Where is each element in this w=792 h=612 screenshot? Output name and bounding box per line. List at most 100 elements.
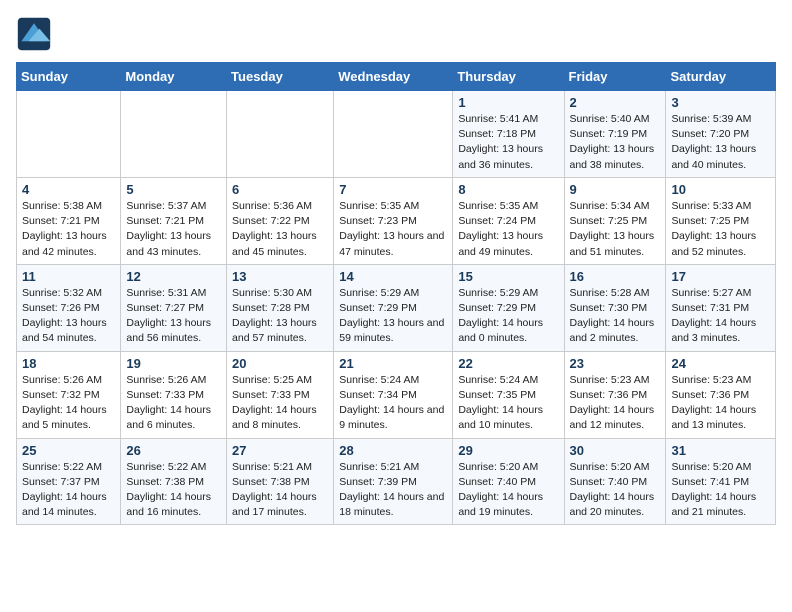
day-number: 4 — [22, 182, 115, 197]
week-row-1: 1 Sunrise: 5:41 AMSunset: 7:18 PMDaylight… — [17, 91, 776, 178]
day-info: Sunrise: 5:30 AMSunset: 7:28 PMDaylight:… — [232, 286, 328, 347]
calendar-cell: 11 Sunrise: 5:32 AMSunset: 7:26 PMDayligh… — [17, 264, 121, 351]
day-info: Sunrise: 5:29 AMSunset: 7:29 PMDaylight:… — [458, 286, 558, 347]
day-number: 16 — [570, 269, 661, 284]
calendar-cell: 14 Sunrise: 5:29 AMSunset: 7:29 PMDayligh… — [334, 264, 453, 351]
calendar-cell: 20 Sunrise: 5:25 AMSunset: 7:33 PMDayligh… — [227, 351, 334, 438]
day-header-saturday: Saturday — [666, 63, 776, 91]
day-info: Sunrise: 5:39 AMSunset: 7:20 PMDaylight:… — [671, 112, 770, 173]
day-info: Sunrise: 5:36 AMSunset: 7:22 PMDaylight:… — [232, 199, 328, 260]
day-header-monday: Monday — [121, 63, 227, 91]
calendar-cell: 24Sunrise: 5:23 AMSunset: 7:36 PMDayligh… — [666, 351, 776, 438]
calendar-cell: 4 Sunrise: 5:38 AMSunset: 7:21 PMDaylight… — [17, 177, 121, 264]
calendar-cell: 28 Sunrise: 5:21 AMSunset: 7:39 PMDayligh… — [334, 438, 453, 525]
day-info: Sunrise: 5:31 AMSunset: 7:27 PMDaylight:… — [126, 286, 221, 347]
day-info: Sunrise: 5:29 AMSunset: 7:29 PMDaylight:… — [339, 286, 447, 347]
day-header-sunday: Sunday — [17, 63, 121, 91]
day-number: 17 — [671, 269, 770, 284]
calendar-cell: 1 Sunrise: 5:41 AMSunset: 7:18 PMDaylight… — [453, 91, 564, 178]
calendar-cell: 6Sunrise: 5:36 AMSunset: 7:22 PMDaylight… — [227, 177, 334, 264]
day-info: Sunrise: 5:41 AMSunset: 7:18 PMDaylight:… — [458, 112, 558, 173]
day-info: Sunrise: 5:32 AMSunset: 7:26 PMDaylight:… — [22, 286, 115, 347]
day-info: Sunrise: 5:27 AMSunset: 7:31 PMDaylight:… — [671, 286, 770, 347]
day-number: 15 — [458, 269, 558, 284]
calendar-cell: 29 Sunrise: 5:20 AMSunset: 7:40 PMDayligh… — [453, 438, 564, 525]
day-number: 3 — [671, 95, 770, 110]
calendar-cell: 31Sunrise: 5:20 AMSunset: 7:41 PMDayligh… — [666, 438, 776, 525]
day-info: Sunrise: 5:24 AMSunset: 7:35 PMDaylight:… — [458, 373, 558, 434]
day-info: Sunrise: 5:20 AMSunset: 7:40 PMDaylight:… — [458, 460, 558, 521]
calendar-cell: 12 Sunrise: 5:31 AMSunset: 7:27 PMDayligh… — [121, 264, 227, 351]
day-number: 2 — [570, 95, 661, 110]
calendar-cell: 17 Sunrise: 5:27 AMSunset: 7:31 PMDayligh… — [666, 264, 776, 351]
calendar-cell: 13Sunrise: 5:30 AMSunset: 7:28 PMDayligh… — [227, 264, 334, 351]
calendar-cell: 23 Sunrise: 5:23 AMSunset: 7:36 PMDayligh… — [564, 351, 666, 438]
day-info: Sunrise: 5:38 AMSunset: 7:21 PMDaylight:… — [22, 199, 115, 260]
logo-icon — [16, 16, 52, 52]
day-info: Sunrise: 5:35 AMSunset: 7:23 PMDaylight:… — [339, 199, 447, 260]
calendar-cell: 27Sunrise: 5:21 AMSunset: 7:38 PMDayligh… — [227, 438, 334, 525]
day-info: Sunrise: 5:21 AMSunset: 7:38 PMDaylight:… — [232, 460, 328, 521]
day-number: 18 — [22, 356, 115, 371]
week-row-5: 25Sunrise: 5:22 AMSunset: 7:37 PMDayligh… — [17, 438, 776, 525]
calendar-cell — [227, 91, 334, 178]
day-number: 30 — [570, 443, 661, 458]
day-header-wednesday: Wednesday — [334, 63, 453, 91]
day-info: Sunrise: 5:26 AMSunset: 7:33 PMDaylight:… — [126, 373, 221, 434]
calendar-cell: 2 Sunrise: 5:40 AMSunset: 7:19 PMDaylight… — [564, 91, 666, 178]
day-number: 22 — [458, 356, 558, 371]
day-info: Sunrise: 5:40 AMSunset: 7:19 PMDaylight:… — [570, 112, 661, 173]
day-info: Sunrise: 5:37 AMSunset: 7:21 PMDaylight:… — [126, 199, 221, 260]
calendar-cell: 10 Sunrise: 5:33 AMSunset: 7:25 PMDayligh… — [666, 177, 776, 264]
calendar-cell: 25Sunrise: 5:22 AMSunset: 7:37 PMDayligh… — [17, 438, 121, 525]
day-number: 10 — [671, 182, 770, 197]
day-number: 14 — [339, 269, 447, 284]
logo — [16, 16, 56, 52]
day-number: 7 — [339, 182, 447, 197]
calendar-cell: 5 Sunrise: 5:37 AMSunset: 7:21 PMDaylight… — [121, 177, 227, 264]
day-info: Sunrise: 5:22 AMSunset: 7:37 PMDaylight:… — [22, 460, 115, 521]
calendar-cell: 26Sunrise: 5:22 AMSunset: 7:38 PMDayligh… — [121, 438, 227, 525]
calendar-cell: 16 Sunrise: 5:28 AMSunset: 7:30 PMDayligh… — [564, 264, 666, 351]
day-info: Sunrise: 5:33 AMSunset: 7:25 PMDaylight:… — [671, 199, 770, 260]
day-number: 9 — [570, 182, 661, 197]
calendar-cell: 7 Sunrise: 5:35 AMSunset: 7:23 PMDaylight… — [334, 177, 453, 264]
calendar-cell: 8 Sunrise: 5:35 AMSunset: 7:24 PMDaylight… — [453, 177, 564, 264]
calendar-cell: 3 Sunrise: 5:39 AMSunset: 7:20 PMDaylight… — [666, 91, 776, 178]
day-number: 31 — [671, 443, 770, 458]
calendar-cell: 9Sunrise: 5:34 AMSunset: 7:25 PMDaylight… — [564, 177, 666, 264]
day-info: Sunrise: 5:28 AMSunset: 7:30 PMDaylight:… — [570, 286, 661, 347]
day-info: Sunrise: 5:26 AMSunset: 7:32 PMDaylight:… — [22, 373, 115, 434]
page-header — [16, 16, 776, 52]
day-info: Sunrise: 5:23 AMSunset: 7:36 PMDaylight:… — [570, 373, 661, 434]
day-number: 1 — [458, 95, 558, 110]
day-number: 8 — [458, 182, 558, 197]
week-row-2: 4 Sunrise: 5:38 AMSunset: 7:21 PMDaylight… — [17, 177, 776, 264]
day-header-friday: Friday — [564, 63, 666, 91]
day-info: Sunrise: 5:35 AMSunset: 7:24 PMDaylight:… — [458, 199, 558, 260]
day-info: Sunrise: 5:25 AMSunset: 7:33 PMDaylight:… — [232, 373, 328, 434]
day-number: 12 — [126, 269, 221, 284]
calendar-table: SundayMondayTuesdayWednesdayThursdayFrid… — [16, 62, 776, 525]
week-row-3: 11 Sunrise: 5:32 AMSunset: 7:26 PMDayligh… — [17, 264, 776, 351]
day-number: 29 — [458, 443, 558, 458]
day-info: Sunrise: 5:24 AMSunset: 7:34 PMDaylight:… — [339, 373, 447, 434]
calendar-cell — [17, 91, 121, 178]
day-info: Sunrise: 5:20 AMSunset: 7:40 PMDaylight:… — [570, 460, 661, 521]
day-number: 11 — [22, 269, 115, 284]
day-info: Sunrise: 5:23 AMSunset: 7:36 PMDaylight:… — [671, 373, 770, 434]
day-info: Sunrise: 5:21 AMSunset: 7:39 PMDaylight:… — [339, 460, 447, 521]
day-number: 5 — [126, 182, 221, 197]
day-header-thursday: Thursday — [453, 63, 564, 91]
calendar-cell: 22 Sunrise: 5:24 AMSunset: 7:35 PMDayligh… — [453, 351, 564, 438]
calendar-cell: 21 Sunrise: 5:24 AMSunset: 7:34 PMDayligh… — [334, 351, 453, 438]
day-number: 28 — [339, 443, 447, 458]
calendar-cell: 30 Sunrise: 5:20 AMSunset: 7:40 PMDayligh… — [564, 438, 666, 525]
day-number: 23 — [570, 356, 661, 371]
calendar-cell — [121, 91, 227, 178]
days-header-row: SundayMondayTuesdayWednesdayThursdayFrid… — [17, 63, 776, 91]
calendar-cell: 19Sunrise: 5:26 AMSunset: 7:33 PMDayligh… — [121, 351, 227, 438]
week-row-4: 18 Sunrise: 5:26 AMSunset: 7:32 PMDayligh… — [17, 351, 776, 438]
day-number: 21 — [339, 356, 447, 371]
day-number: 20 — [232, 356, 328, 371]
